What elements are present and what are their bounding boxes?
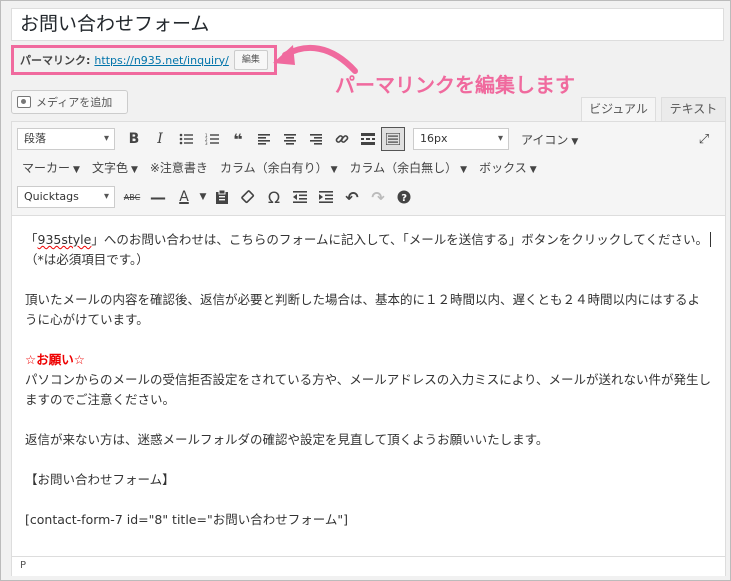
content-paragraph: 【お問い合わせフォーム】	[25, 472, 175, 487]
toolbar-row-1: 段落 B I 123 ❝	[12, 124, 725, 154]
editor-content[interactable]: 「935style」へのお問い合わせは、こちらのフォームに記入して、「メールを送…	[12, 216, 725, 556]
note-button[interactable]: ※注意書き	[144, 159, 214, 176]
content-paragraph: 頂いたメールの内容を確認後、返信が必要と判断した場合は、基本的に１２時間以内、遅…	[25, 292, 701, 327]
read-more-icon[interactable]	[355, 126, 381, 152]
content-shortcode: [contact-form-7 id="8" title="お問い合わせフォーム…	[25, 512, 348, 527]
editor-statusbar: P	[12, 556, 725, 576]
media-icon	[17, 96, 31, 108]
post-title-input[interactable]: お問い合わせフォーム	[11, 8, 724, 41]
permalink-link[interactable]: https://n935.net/inquiry/	[94, 54, 228, 67]
link-icon[interactable]	[329, 126, 355, 152]
toolbar-toggle-icon[interactable]	[381, 127, 405, 151]
marker-menu[interactable]: マーカー ▼	[16, 159, 86, 176]
add-media-label: メディアを追加	[36, 96, 113, 109]
toolbar-row-2: マーカー ▼ 文字色 ▼ ※注意書き カラム（余白有り） ▼ カラム（余白無し） ▼ ボ…	[12, 152, 725, 182]
content-paragraph: パソコンからのメールの受信拒否設定をされている方や、メールアドレスの入力ミスによ…	[25, 372, 712, 407]
help-icon[interactable]: ?	[391, 184, 417, 210]
align-left-icon[interactable]	[251, 126, 277, 152]
font-size-select[interactable]: 16px	[413, 128, 509, 150]
italic-icon[interactable]: I	[147, 126, 173, 152]
indent-icon[interactable]	[313, 184, 339, 210]
horizontal-line-icon[interactable]: —	[145, 184, 171, 210]
content-paragraph: 「935style」へのお問い合わせは、こちらのフォームに記入して、「メールを送…	[25, 230, 712, 270]
add-media-button[interactable]: メディアを追加	[11, 90, 128, 114]
clear-formatting-icon[interactable]	[235, 184, 261, 210]
blockquote-icon[interactable]: ❝	[225, 126, 251, 152]
content-paragraph: 返信が来ない方は、迷惑メールフォルダの確認や設定を見直して頂くようお願いいたしま…	[25, 432, 549, 447]
icon-menu[interactable]: アイコン ▼	[515, 131, 584, 148]
permalink-edit-button[interactable]: 編集	[233, 50, 268, 70]
text-color-caret-icon[interactable]: ▼	[197, 184, 209, 210]
text-color-menu[interactable]: 文字色 ▼	[86, 159, 144, 176]
format-select[interactable]: 段落	[17, 128, 115, 150]
editor-toolbar: 段落 B I 123 ❝	[12, 122, 725, 216]
column-nomargin-menu-label: カラム（余白無し）	[349, 160, 458, 175]
editor-screen: お問い合わせフォーム パーマリンク: https://n935.net/inqu…	[0, 0, 731, 581]
undo-icon[interactable]: ↶	[339, 184, 365, 210]
box-menu[interactable]: ボックス ▼	[473, 159, 543, 176]
svg-text:3: 3	[205, 141, 208, 145]
special-character-icon[interactable]: Ω	[261, 184, 287, 210]
fullscreen-icon[interactable]: ⤢	[691, 126, 717, 152]
content-text: 「	[25, 232, 38, 247]
editor-area: 段落 B I 123 ❝	[11, 121, 726, 576]
outdent-icon[interactable]	[287, 184, 313, 210]
svg-text:?: ?	[401, 193, 407, 204]
numbered-list-icon[interactable]: 123	[199, 126, 225, 152]
text-color-icon[interactable]: A	[171, 184, 197, 210]
bold-icon[interactable]: B	[121, 126, 147, 152]
align-right-icon[interactable]	[303, 126, 329, 152]
bullet-list-icon[interactable]	[173, 126, 199, 152]
tab-visual[interactable]: ビジュアル	[581, 97, 656, 121]
annotation-text: パーマリンクを編集します	[335, 73, 575, 97]
strikethrough-icon[interactable]: ABC	[119, 184, 145, 210]
paste-text-icon[interactable]	[209, 184, 235, 210]
column-nomargin-menu[interactable]: カラム（余白無し） ▼	[344, 159, 474, 176]
permalink-bar: パーマリンク: https://n935.net/inquiry/ 編集	[11, 45, 277, 75]
column-margin-menu[interactable]: カラム（余白有り） ▼	[214, 159, 344, 176]
permalink-label: パーマリンク:	[20, 54, 91, 67]
content-text: 」へのお問い合わせは、こちらのフォームに記入して、「メールを送信する」ボタンをク…	[91, 232, 708, 247]
content-heading: ☆お願い☆	[25, 352, 85, 367]
text-color-menu-label: 文字色	[91, 160, 128, 175]
box-menu-label: ボックス	[479, 160, 527, 175]
icon-menu-label: アイコン	[521, 132, 569, 147]
tab-text[interactable]: テキスト	[661, 97, 726, 121]
align-center-icon[interactable]	[277, 126, 303, 152]
marker-menu-label: マーカー	[22, 160, 71, 175]
toolbar-row-3: Quicktags ABC — A ▼ Ω ↶	[12, 182, 725, 212]
quicktags-select[interactable]: Quicktags	[17, 186, 115, 208]
content-text: （*は必須項目です。）	[25, 252, 149, 267]
column-margin-menu-label: カラム（余白有り）	[219, 160, 328, 175]
brand-name: 935style	[37, 232, 92, 247]
redo-icon: ↷	[371, 187, 385, 207]
